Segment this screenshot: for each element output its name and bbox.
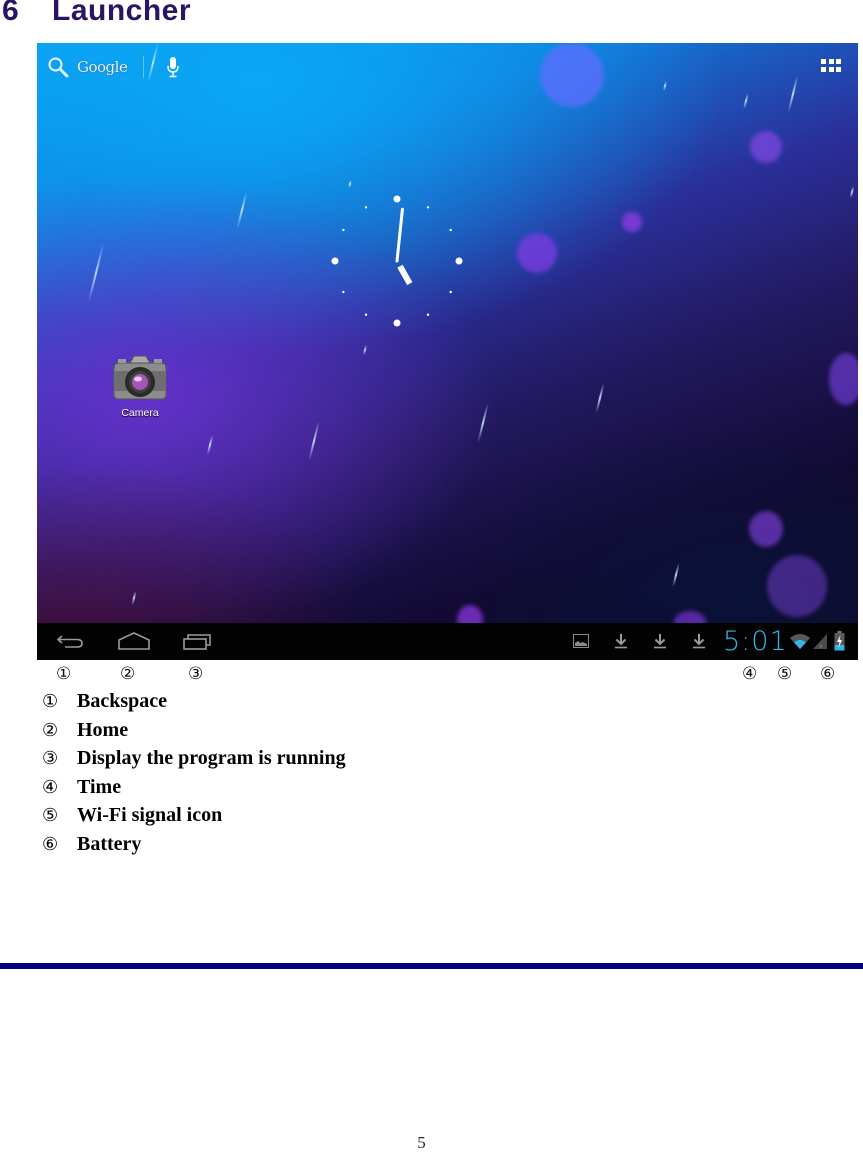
wallpaper-orb — [749, 511, 783, 547]
search-icon[interactable] — [47, 56, 69, 78]
legend-mark: ④ — [42, 776, 59, 798]
footer-rule — [0, 963, 863, 969]
wallpaper-streak — [348, 179, 352, 189]
callout-legend: ① Backspace ② Home ③ Display the program is… — [42, 687, 346, 859]
clock-dial-mark — [364, 313, 368, 316]
app-label-camera[interactable]: Camera — [107, 407, 173, 419]
wallpaper-streak — [131, 590, 137, 606]
callout-4: ④ — [742, 664, 758, 684]
wallpaper-streak — [308, 421, 320, 461]
wallpaper-orb — [622, 212, 642, 232]
back-arrow-icon[interactable] — [55, 631, 85, 651]
clock-dial-mark — [342, 290, 345, 294]
wallpaper-streak — [662, 80, 668, 92]
clock-dial-mark — [393, 319, 401, 327]
wallpaper-streak — [672, 563, 680, 587]
callout-row: ① ② ③ ④ ⑤ ⑥ — [0, 664, 863, 684]
wallpaper-orb — [750, 131, 782, 163]
legend-mark: ① — [42, 691, 59, 712]
clock-dial-mark — [364, 206, 368, 209]
wallpaper-streak — [362, 344, 368, 356]
image-notification-icon[interactable] — [573, 634, 589, 648]
wallpaper-streak — [787, 75, 799, 113]
legend-item: ① Backspace — [42, 687, 346, 716]
clock-dial-mark — [449, 228, 452, 232]
callout-1: ① — [56, 664, 72, 684]
download-icon[interactable] — [691, 633, 707, 649]
wallpaper-streak — [236, 191, 248, 229]
clock-dial-mark — [331, 257, 339, 265]
wifi-icon[interactable] — [789, 633, 811, 650]
section-title: Launcher — [52, 0, 192, 27]
clock-hour-hand — [397, 264, 413, 286]
app-shortcut-camera[interactable]: Camera — [107, 353, 173, 419]
page-number: 5 — [417, 1133, 426, 1152]
apps-grid-icon[interactable] — [821, 59, 841, 73]
callout-6: ⑥ — [820, 664, 836, 684]
legend-text: Home — [77, 718, 129, 741]
download-icon[interactable] — [613, 633, 629, 649]
legend-item: ② Home — [42, 716, 346, 745]
wallpaper-streak — [206, 435, 214, 455]
launcher-screenshot: Google Camera 5:01 x — [37, 43, 858, 660]
wallpaper-orb — [767, 555, 827, 617]
wallpaper-orb — [517, 233, 557, 273]
legend-item: ④ Time — [42, 773, 346, 802]
wallpaper-orb — [540, 43, 604, 107]
legend-mark: ⑥ — [42, 833, 59, 855]
callout-5: ⑤ — [777, 664, 793, 684]
status-time[interactable]: 5:01 — [723, 625, 788, 658]
section-heading: 6 Launcher — [2, 0, 191, 28]
camera-icon[interactable] — [110, 353, 170, 403]
legend-mark: ② — [42, 719, 59, 741]
clock-minute-hand — [395, 207, 404, 263]
section-number: 6 — [2, 0, 20, 27]
download-icon[interactable] — [652, 633, 668, 649]
clock-dial-mark — [426, 206, 430, 209]
legend-item: ③ Display the program is running — [42, 744, 346, 773]
svg-text:x: x — [819, 643, 823, 650]
wallpaper-streak — [477, 403, 489, 443]
google-search-bar[interactable]: Google — [47, 55, 180, 79]
search-divider — [143, 56, 145, 78]
legend-mark: ③ — [42, 748, 59, 770]
clock-dial-mark — [426, 313, 430, 316]
callout-3: ③ — [188, 664, 204, 684]
wallpaper-streak — [849, 185, 855, 199]
battery-charging-icon[interactable] — [834, 631, 845, 651]
legend-text: Battery — [77, 832, 142, 855]
clock-dial-mark — [455, 257, 463, 265]
microphone-icon[interactable] — [166, 56, 180, 78]
google-search-label[interactable]: Google — [77, 58, 128, 76]
legend-text: Display the program is running — [77, 747, 346, 770]
legend-item: ⑥ Battery — [42, 830, 346, 859]
legend-mark: ⑤ — [42, 805, 59, 827]
system-navigation-bar: 5:01 x — [37, 623, 858, 660]
callout-2: ② — [120, 664, 136, 684]
wallpaper-orb — [829, 353, 858, 405]
recent-apps-icon[interactable] — [182, 631, 212, 651]
home-icon[interactable] — [117, 631, 151, 651]
wallpaper-streak — [87, 243, 105, 303]
analog-clock-widget[interactable] — [327, 191, 467, 331]
clock-dial-mark — [393, 195, 401, 203]
clock-dial-mark — [449, 290, 452, 294]
wallpaper-streak — [595, 383, 605, 413]
legend-text: Wi-Fi signal icon — [77, 804, 223, 827]
legend-text: Time — [77, 775, 122, 798]
wallpaper-streak — [743, 92, 749, 110]
clock-dial-mark — [342, 228, 345, 232]
cell-signal-icon[interactable]: x — [812, 633, 828, 650]
legend-item: ⑤ Wi-Fi signal icon — [42, 801, 346, 830]
legend-text: Backspace — [77, 690, 167, 712]
